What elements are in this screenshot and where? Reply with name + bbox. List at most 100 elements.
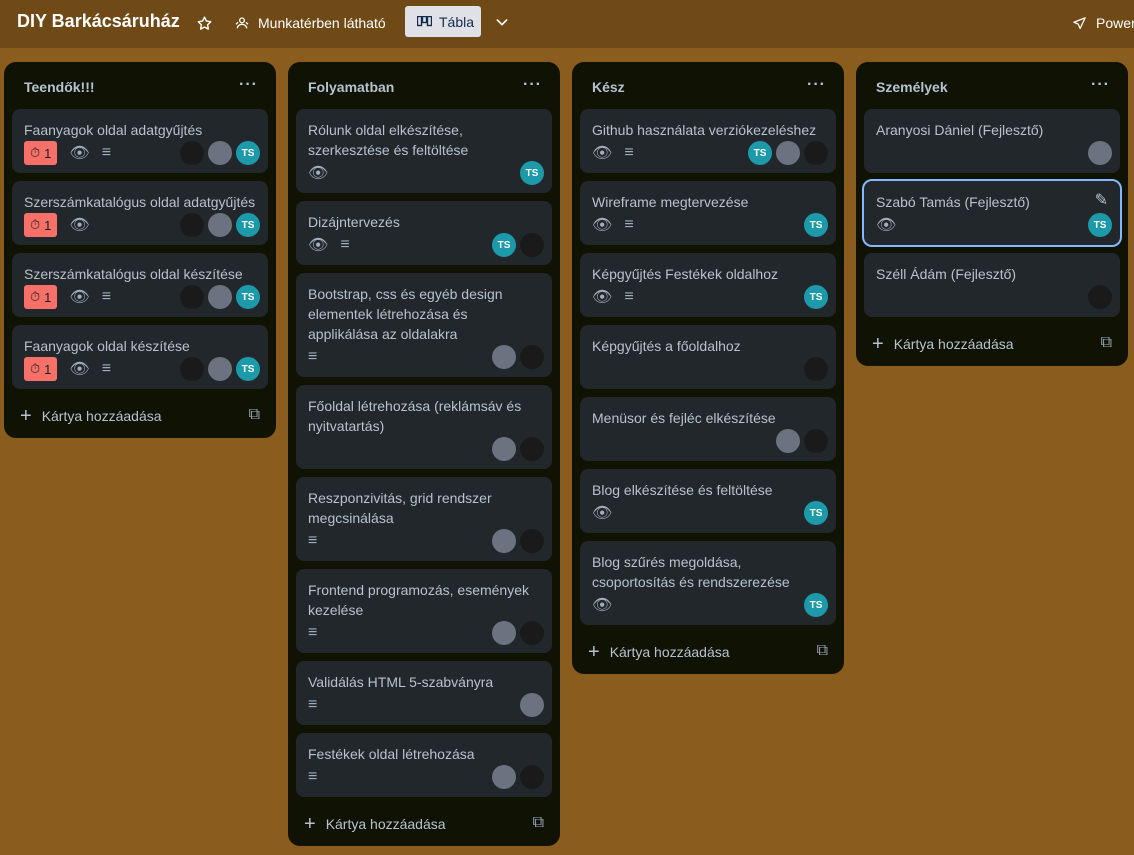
- due-badge[interactable]: ⏱ 1: [24, 357, 58, 381]
- more-icon[interactable]: ···: [1091, 76, 1110, 94]
- board-title[interactable]: DIY Barkácsáruház: [17, 11, 180, 32]
- template-icon[interactable]: ⧉: [249, 406, 260, 424]
- due-badge[interactable]: ⏱ 1: [24, 213, 58, 237]
- more-icon[interactable]: ···: [807, 76, 826, 94]
- avatar[interactable]: TS: [236, 285, 260, 309]
- avatar[interactable]: [180, 141, 204, 165]
- avatar[interactable]: TS: [804, 285, 828, 309]
- visibility-button[interactable]: Munkatérben látható: [234, 12, 386, 34]
- card[interactable]: Főoldal létrehozása (reklámsáv és nyitva…: [296, 385, 552, 469]
- avatar[interactable]: [492, 621, 516, 645]
- avatar[interactable]: [776, 141, 800, 165]
- template-icon[interactable]: ⧉: [533, 814, 544, 832]
- avatar[interactable]: TS: [748, 141, 772, 165]
- chevron-down-icon[interactable]: [490, 11, 514, 33]
- more-icon[interactable]: ···: [523, 76, 542, 94]
- avatar[interactable]: [180, 285, 204, 309]
- card[interactable]: Menüsor és fejléc elkészítése: [580, 397, 836, 461]
- power-ups-button[interactable]: Power: [1072, 12, 1134, 34]
- avatar[interactable]: TS: [1088, 213, 1112, 237]
- avatar[interactable]: [1088, 285, 1112, 309]
- card[interactable]: Aranyosi Dániel (Fejlesztő): [864, 109, 1120, 173]
- list-title[interactable]: Teendők!!!: [24, 79, 95, 95]
- add-card-button[interactable]: + Kártya hozzáadása: [872, 332, 1014, 356]
- list-title[interactable]: Személyek: [876, 79, 948, 95]
- due-badge[interactable]: ⏱ 1: [24, 285, 58, 309]
- list-title[interactable]: Folyamatban: [308, 79, 394, 95]
- avatar[interactable]: [520, 765, 544, 789]
- avatar[interactable]: [804, 141, 828, 165]
- list-title[interactable]: Kész: [592, 79, 625, 95]
- avatar[interactable]: TS: [236, 213, 260, 237]
- more-icon[interactable]: ···: [239, 76, 258, 94]
- avatar[interactable]: TS: [804, 501, 828, 525]
- card[interactable]: Képgyűjtés Festékek oldalhoz 👁 ≡ TS: [580, 253, 836, 317]
- card[interactable]: Blog elkészítése és feltöltése 👁 TS: [580, 469, 836, 533]
- add-card-button[interactable]: + Kártya hozzáadása: [588, 640, 730, 664]
- eye-icon: 👁: [592, 597, 613, 614]
- avatar[interactable]: [208, 357, 232, 381]
- card[interactable]: Dizájntervezés 👁 ≡ TS: [296, 201, 552, 265]
- clock-icon: ⏱: [30, 289, 41, 304]
- add-card-button[interactable]: + Kártya hozzáadása: [20, 404, 162, 428]
- avatar[interactable]: TS: [236, 357, 260, 381]
- avatar[interactable]: [804, 357, 828, 381]
- card-selected[interactable]: Szabó Tamás (Fejlesztő) ✎ 👁 TS: [864, 181, 1120, 245]
- description-icon: ≡: [101, 144, 112, 161]
- edit-icon[interactable]: ✎: [1095, 190, 1108, 210]
- avatar[interactable]: TS: [804, 593, 828, 617]
- card[interactable]: Rólunk oldal elkészítése, szerkesztése é…: [296, 109, 552, 193]
- card[interactable]: Faanyagok oldal készítése ⏱ 1 👁 ≡ TS: [12, 325, 268, 389]
- card-title: Képgyűjtés Festékek oldalhoz: [592, 266, 778, 282]
- card[interactable]: Faanyagok oldal adatgyűjtés ⏱ 1 👁 ≡ TS: [12, 109, 268, 173]
- avatar[interactable]: [180, 213, 204, 237]
- avatar[interactable]: TS: [492, 233, 516, 257]
- card[interactable]: Validálás HTML 5-szabványra ≡: [296, 661, 552, 725]
- avatar[interactable]: [492, 529, 516, 553]
- avatar[interactable]: [208, 213, 232, 237]
- avatar[interactable]: [1088, 141, 1112, 165]
- card[interactable]: Bootstrap, css és egyéb design elementek…: [296, 273, 552, 377]
- avatar[interactable]: [776, 429, 800, 453]
- card[interactable]: Széll Ádám (Fejlesztő): [864, 253, 1120, 317]
- avatar[interactable]: [804, 429, 828, 453]
- avatar[interactable]: TS: [236, 141, 260, 165]
- card[interactable]: Festékek oldal létrehozása ≡: [296, 733, 552, 797]
- avatar[interactable]: [208, 285, 232, 309]
- card[interactable]: Frontend programozás, események kezelése…: [296, 569, 552, 653]
- template-icon[interactable]: ⧉: [1101, 334, 1112, 352]
- avatar[interactable]: [492, 765, 516, 789]
- clock-icon: ⏱: [30, 361, 41, 376]
- eye-icon: 👁: [592, 145, 613, 162]
- avatar[interactable]: [492, 345, 516, 369]
- eye-icon: 👁: [308, 165, 329, 182]
- add-card-button[interactable]: + Kártya hozzáadása: [304, 812, 446, 836]
- card[interactable]: Blog szűrés megoldása, csoportosítás és …: [580, 541, 836, 625]
- card[interactable]: Github használata verziókezeléshez 👁 ≡ T…: [580, 109, 836, 173]
- card[interactable]: Reszponzivitás, grid rendszer megcsinálá…: [296, 477, 552, 561]
- card-title: Blog szűrés megoldása, csoportosítás és …: [592, 554, 790, 590]
- card[interactable]: Szerszámkatalógus oldal készítése ⏱ 1 👁 ≡…: [12, 253, 268, 317]
- avatar[interactable]: [520, 345, 544, 369]
- avatar[interactable]: TS: [520, 161, 544, 185]
- avatar[interactable]: [520, 621, 544, 645]
- avatar[interactable]: [180, 357, 204, 381]
- description-icon: ≡: [101, 288, 112, 305]
- avatar[interactable]: [520, 437, 544, 461]
- card[interactable]: Szerszámkatalógus oldal adatgyűjtés ⏱ 1 👁…: [12, 181, 268, 245]
- due-badge[interactable]: ⏱ 1: [24, 141, 58, 165]
- star-icon[interactable]: [193, 12, 215, 34]
- card-title: Github használata verziókezeléshez: [592, 122, 817, 138]
- avatar[interactable]: [520, 233, 544, 257]
- card-title: Szerszámkatalógus oldal készítése: [24, 266, 243, 282]
- card[interactable]: Wireframe megtervezése 👁 ≡ TS: [580, 181, 836, 245]
- avatar[interactable]: [520, 693, 544, 717]
- board-view-button[interactable]: Tábla: [405, 6, 481, 37]
- avatar[interactable]: [492, 437, 516, 461]
- card[interactable]: Képgyűjtés a főoldalhoz: [580, 325, 836, 389]
- avatar[interactable]: [520, 529, 544, 553]
- list-szemelyek: Személyek ··· Aranyosi Dániel (Fejlesztő…: [856, 62, 1128, 366]
- template-icon[interactable]: ⧉: [817, 642, 828, 660]
- avatar[interactable]: [208, 141, 232, 165]
- avatar[interactable]: TS: [804, 213, 828, 237]
